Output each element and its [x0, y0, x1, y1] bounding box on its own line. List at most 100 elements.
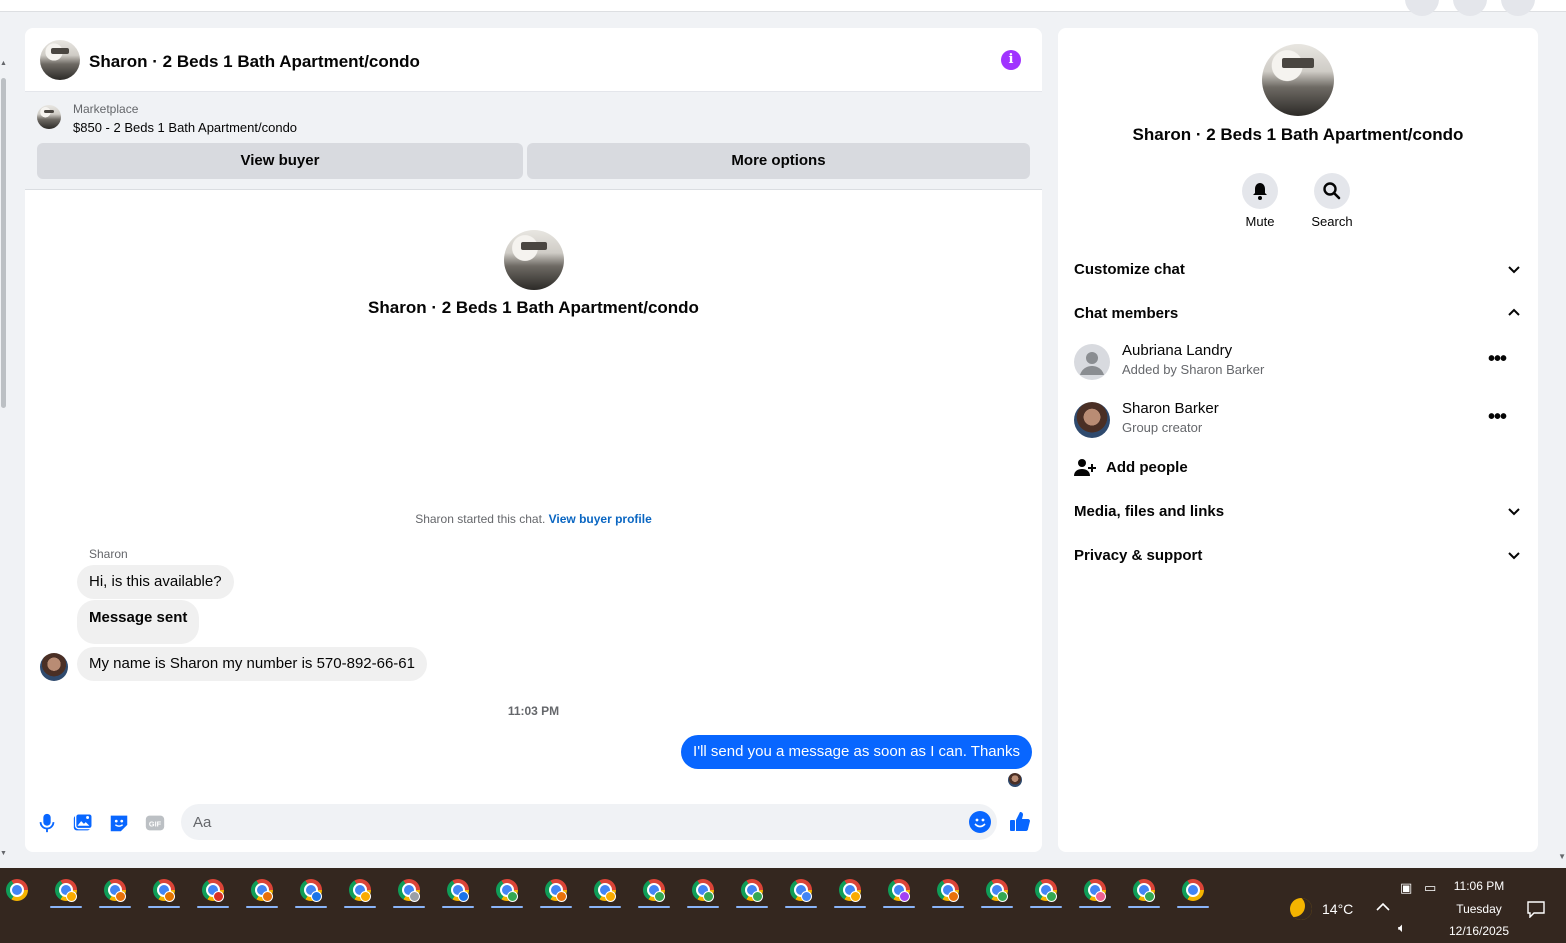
- chevron-up-icon[interactable]: [1375, 900, 1391, 914]
- notification-icon[interactable]: [1526, 900, 1546, 918]
- microphone-icon[interactable]: [36, 812, 58, 834]
- chrome-taskbar-button[interactable]: [928, 876, 968, 910]
- chrome-taskbar-button[interactable]: [683, 876, 723, 910]
- chrome-taskbar-button[interactable]: [1075, 876, 1115, 910]
- profile-badge-icon: [360, 891, 371, 902]
- member-item[interactable]: Aubriana Landry Added by Sharon Barker •…: [1074, 342, 1522, 382]
- network-icon[interactable]: ▭: [1424, 880, 1436, 896]
- message-bubble[interactable]: Message sent: [77, 600, 200, 644]
- chrome-taskbar-button[interactable]: [1173, 876, 1213, 910]
- clock-date[interactable]: 12/16/2025: [1443, 924, 1515, 938]
- chrome-taskbar-button[interactable]: [242, 876, 282, 910]
- chrome-taskbar-button[interactable]: [781, 876, 821, 910]
- search-button[interactable]: Search: [1302, 173, 1362, 229]
- scroll-down-icon[interactable]: ▼: [1558, 852, 1566, 861]
- chevron-down-icon: [1508, 552, 1520, 560]
- privacy-support-row[interactable]: Privacy & support: [1074, 547, 1522, 571]
- listing-title[interactable]: $850 - 2 Beds 1 Bath Apartment/condo: [73, 120, 297, 135]
- customize-chat-row[interactable]: Customize chat: [1074, 261, 1522, 285]
- profile-badge-icon: [752, 891, 763, 902]
- my-message-bubble[interactable]: I'll send you a message as soon as I can…: [681, 735, 1032, 769]
- listing-thumbnail[interactable]: [37, 105, 61, 129]
- chrome-taskbar-button[interactable]: [634, 876, 674, 910]
- profile-badge-icon: [556, 891, 567, 902]
- info-icon[interactable]: i: [1001, 50, 1021, 70]
- member-name: Sharon Barker: [1122, 400, 1219, 417]
- more-options-button[interactable]: More options: [527, 143, 1030, 179]
- top-button[interactable]: [1405, 0, 1439, 16]
- info-title: Sharon · 2 Beds 1 Bath Apartment/condo: [1132, 125, 1464, 144]
- profile-badge-icon: [1095, 891, 1106, 902]
- thumbs-up-icon[interactable]: [1008, 810, 1032, 834]
- chrome-taskbar-button[interactable]: [291, 876, 331, 910]
- view-buyer-profile-link[interactable]: View buyer profile: [549, 512, 652, 526]
- scrollbar-thumb[interactable]: [1, 78, 6, 408]
- more-icon[interactable]: •••: [1488, 348, 1507, 371]
- member-subtitle: Group creator: [1122, 420, 1203, 435]
- profile-badge-icon: [899, 891, 910, 902]
- chat-title[interactable]: Sharon · 2 Beds 1 Bath Apartment/condo: [89, 52, 420, 72]
- running-indicator: [540, 906, 572, 908]
- message-composer: GIF: [25, 800, 1042, 844]
- chrome-taskbar-button[interactable]: [879, 876, 919, 910]
- chrome-taskbar-button[interactable]: [144, 876, 184, 910]
- browser-top-strip: [0, 0, 1566, 16]
- customize-chat-label: Customize chat: [1074, 261, 1185, 278]
- message-input[interactable]: [181, 804, 997, 840]
- message-bubble[interactable]: My name is Sharon my number is 570-892-6…: [77, 647, 427, 681]
- volume-icon[interactable]: 🔈︎: [1398, 920, 1406, 936]
- chrome-taskbar-button[interactable]: [438, 876, 478, 910]
- chat-started-notice: Sharon started this chat. View buyer pro…: [25, 512, 1042, 526]
- running-indicator: [148, 906, 180, 908]
- view-buyer-button[interactable]: View buyer: [37, 143, 523, 179]
- scroll-down-icon[interactable]: ▼: [0, 850, 7, 857]
- profile-badge-icon: [1046, 891, 1057, 902]
- running-indicator: [197, 906, 229, 908]
- chrome-taskbar-button[interactable]: [389, 876, 429, 910]
- chevron-up-icon: [1508, 308, 1520, 316]
- chrome-taskbar-button[interactable]: [1124, 876, 1164, 910]
- sender-avatar[interactable]: [40, 653, 68, 681]
- chrome-taskbar-button[interactable]: [0, 876, 37, 910]
- photo-icon[interactable]: [72, 812, 94, 834]
- profile-badge-icon: [654, 891, 665, 902]
- top-avatar[interactable]: [1501, 0, 1535, 16]
- windows-taskbar: 14°C ▣ ▭ 🔈︎ 11:06 PM Tuesday 12/16/2025: [0, 868, 1566, 943]
- sticker-icon[interactable]: [108, 812, 130, 834]
- running-indicator: [50, 906, 82, 908]
- chrome-taskbar-button[interactable]: [340, 876, 380, 910]
- media-files-links-row[interactable]: Media, files and links: [1074, 503, 1522, 527]
- running-indicator: [1030, 906, 1062, 908]
- media-files-links-label: Media, files and links: [1074, 503, 1225, 520]
- running-indicator: [932, 906, 964, 908]
- chrome-taskbar-button[interactable]: [46, 876, 86, 910]
- chrome-taskbar-button[interactable]: [732, 876, 772, 910]
- meet-icon[interactable]: ▣: [1400, 880, 1412, 896]
- mute-button[interactable]: Mute: [1230, 173, 1290, 229]
- chrome-taskbar-button[interactable]: [193, 876, 233, 910]
- message-bubble[interactable]: Hi, is this available?: [77, 565, 234, 599]
- seen-avatar: [1008, 773, 1022, 787]
- chrome-taskbar-button[interactable]: [585, 876, 625, 910]
- top-button[interactable]: [1453, 0, 1487, 16]
- info-avatar[interactable]: [1262, 44, 1334, 116]
- chrome-taskbar-button[interactable]: [536, 876, 576, 910]
- member-avatar: [1074, 402, 1110, 438]
- chrome-taskbar-button[interactable]: [830, 876, 870, 910]
- clock-day[interactable]: Tuesday: [1447, 902, 1511, 916]
- profile-badge-icon: [66, 891, 77, 902]
- chrome-taskbar-button[interactable]: [977, 876, 1017, 910]
- scrollbar[interactable]: ▲ ▼: [0, 60, 8, 860]
- profile-badge-icon: [115, 891, 126, 902]
- listing-avatar[interactable]: [40, 40, 80, 80]
- chrome-taskbar-button[interactable]: [95, 876, 135, 910]
- member-item[interactable]: Sharon Barker Group creator •••: [1074, 400, 1522, 440]
- scroll-up-icon[interactable]: ▲: [0, 60, 7, 67]
- clock-time[interactable]: 11:06 PM: [1447, 879, 1511, 893]
- chat-members-row[interactable]: Chat members: [1074, 305, 1522, 329]
- chrome-taskbar-button[interactable]: [1026, 876, 1066, 910]
- more-icon[interactable]: •••: [1488, 406, 1507, 429]
- gif-icon[interactable]: GIF: [144, 812, 166, 834]
- emoji-icon[interactable]: [969, 811, 991, 833]
- chrome-taskbar-button[interactable]: [487, 876, 527, 910]
